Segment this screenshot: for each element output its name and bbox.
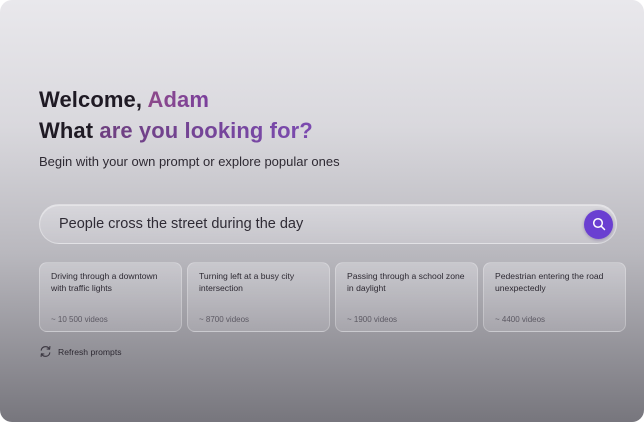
prompt-card[interactable]: Driving through a downtown with traffic … (39, 262, 182, 332)
question-line: What are you looking for? (39, 115, 313, 146)
prompt-title: Passing through a school zone in dayligh… (347, 271, 465, 293)
question-prefix: What (39, 118, 100, 143)
prompt-video-count: ~ 1900 videos (347, 315, 398, 324)
prompt-video-count: ~ 10 500 videos (51, 315, 108, 324)
page-subtitle: Begin with your own prompt or explore po… (39, 154, 340, 169)
welcome-heading: Welcome, Adam What are you looking for? (39, 84, 313, 146)
refresh-icon (40, 346, 51, 357)
search-input[interactable] (40, 205, 584, 243)
prompt-title: Turning left at a busy city intersection (199, 271, 295, 293)
app-frame: Welcome, Adam What are you looking for? … (0, 0, 644, 422)
search-icon (592, 217, 605, 231)
question-highlight: are you looking for? (99, 118, 313, 143)
prompt-title: Driving through a downtown with traffic … (51, 271, 158, 293)
prompt-card[interactable]: Passing through a school zone in dayligh… (335, 262, 478, 332)
prompt-cards: Driving through a downtown with traffic … (39, 262, 644, 332)
user-name: Adam (147, 87, 210, 112)
prompt-video-count: ~ 4400 videos (495, 315, 546, 324)
greeting-text: Welcome, (39, 87, 148, 112)
prompt-card[interactable]: Turning left at a busy city intersection… (187, 262, 330, 332)
refresh-prompts-button[interactable]: Refresh prompts (39, 345, 122, 358)
prompt-title: Pedestrian entering the road unexpectedl… (495, 271, 604, 293)
refresh-prompts-label: Refresh prompts (58, 346, 122, 357)
search-bar (39, 204, 617, 244)
prompt-video-count: ~ 8700 videos (199, 315, 250, 324)
search-button[interactable] (584, 209, 613, 239)
welcome-line: Welcome, Adam (39, 84, 313, 115)
prompt-card[interactable]: Pedestrian entering the road unexpectedl… (483, 262, 626, 332)
